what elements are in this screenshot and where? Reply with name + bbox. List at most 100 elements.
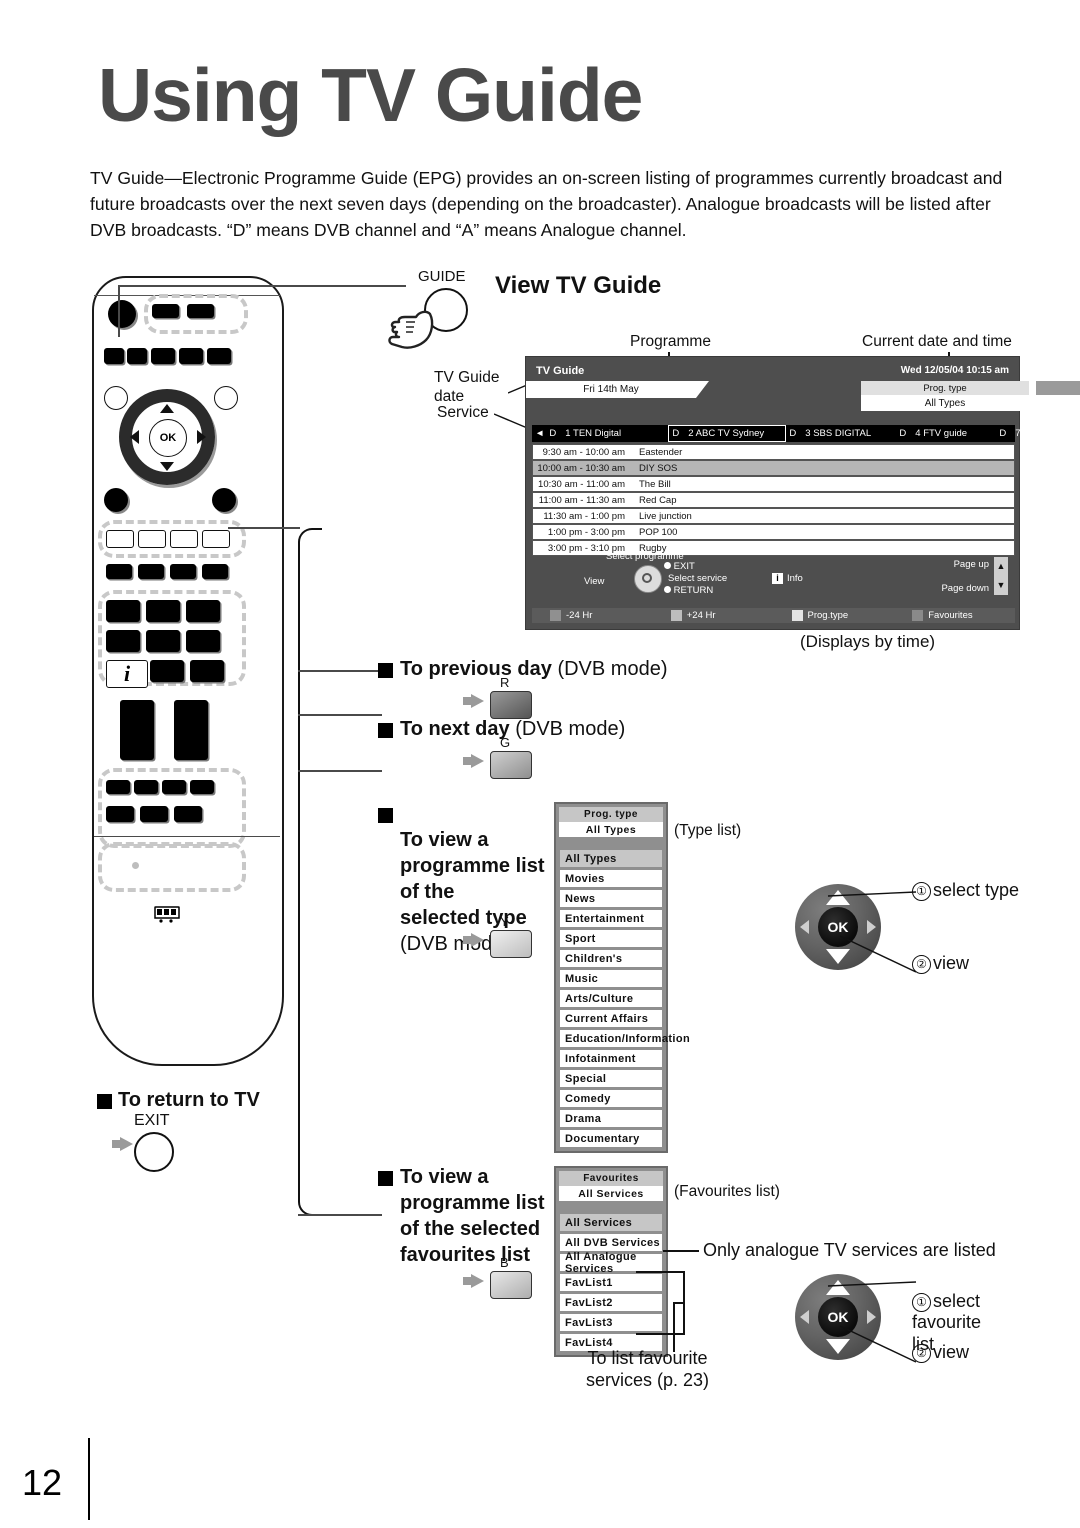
dropdown-option[interactable]: Children's [559,949,663,968]
dropdown-option[interactable]: Education/Information [559,1029,690,1048]
programme-time: 11:00 am - 11:30 am [538,494,625,506]
programme-row[interactable]: 11:00 am - 11:30 am Red Cap [532,492,1015,508]
arrow-tail [112,1140,120,1148]
exit-button[interactable] [134,1132,174,1172]
service-scroll-left[interactable]: ◄ [532,425,546,442]
remote-key [162,780,186,794]
colour-key-yellow[interactable] [490,930,532,958]
dropdown-option[interactable]: Comedy [559,1089,663,1108]
dropdown-option[interactable]: Arts/Culture [559,989,663,1008]
colour-key-item[interactable]: +24 Hr [653,610,774,621]
dropdown-option[interactable]: Special [559,1069,663,1088]
remote-key [152,304,179,318]
service-item[interactable]: D 7 7 Digital [996,425,1057,442]
favourites-dropdown[interactable]: Favourites All Services All Services All … [554,1166,668,1357]
service-bar[interactable]: ◄ D 1 TEN Digital D 2 ABC TV Sydney D 3 SBS DI… [532,425,1071,442]
dropdown-option[interactable]: FavList3 [559,1313,663,1332]
programme-time: 1:00 pm - 3:00 pm [547,526,625,538]
colour-key-item[interactable]: Prog.type [774,610,895,621]
programme-row[interactable]: 11:30 am - 1:00 pm Live junction [532,508,1015,524]
remote-key [140,806,168,822]
callout-service: Service [437,404,489,421]
callout-current-date-time: Current date and time [862,333,1012,350]
colour-key-item[interactable]: Favourites [894,610,1015,621]
dropdown-option[interactable]: Current Affairs [559,1009,663,1028]
colour-key-label: Prog.type [807,610,849,621]
intro-paragraph: TV Guide—Electronic Programme Guide (EPG… [90,168,1003,241]
remote-colour-key-green [138,530,166,548]
programme-time: 10:00 am - 10:30 am [537,462,625,474]
remote-key-round [214,386,238,410]
favourites-options[interactable]: All Services All DVB Services All Analogue… [559,1213,663,1352]
programme-row[interactable]: 1:00 pm - 3:00 pm POP 100 [532,524,1015,540]
dropdown-option[interactable]: News [559,889,663,908]
colour-chip [550,610,561,621]
remote-key [146,630,180,652]
dropdown-option[interactable]: FavList1 [559,1273,663,1292]
prog-type-box-value[interactable]: All Types [861,395,1029,411]
favourites-box-value[interactable]: All Services [1036,395,1080,411]
colour-key-red[interactable] [490,691,532,719]
dropdown-option[interactable]: Infotainment [559,1049,663,1068]
type-dpad-leader-lines [827,891,917,973]
colour-key-item[interactable]: -24 Hr [532,610,653,621]
prog-type-options[interactable]: All Types Movies News Entertainment Sport Chi… [559,849,690,1148]
service-item[interactable]: D 2 ABC TV Sydney [668,425,787,442]
dropdown-option[interactable]: Movies [559,869,663,888]
programme-row[interactable]: 10:30 am - 11:00 am The Bill [532,476,1015,492]
programme-row[interactable]: 10:00 am - 10:30 am DIY SOS [532,460,1015,476]
service-scroll-right[interactable]: ► [1058,425,1075,442]
favlist-leader-line [673,1302,675,1352]
colour-key-bar: -24 Hr +24 Hr Prog.type Favourites [532,608,1015,623]
service-name: 3 SBS DIGITAL [805,428,872,439]
dropdown-option[interactable]: FavList2 [559,1293,663,1312]
dropdown-option[interactable]: All Services [559,1213,663,1232]
dropdown-option[interactable]: Drama [559,1109,663,1128]
service-type: D [549,428,557,439]
page-number: 12 [22,1462,63,1503]
help-return: RETURN [664,585,713,596]
favourites-dropdown-header: Favourites [559,1171,663,1186]
bracket-branch [298,714,382,716]
remote-key [170,564,196,579]
remote-key [127,348,147,364]
type-dpad-step-1: ① select type [912,880,1019,901]
dropdown-option[interactable]: Music [559,969,663,988]
programme-title: POP 100 [639,526,678,538]
service-item[interactable]: D 4 FTV guide [896,425,996,442]
manual-page: Using TV Guide TV Guide—Electronic Progr… [0,0,1080,1528]
bullet-marker [378,1171,393,1186]
tv-guide-clock: Wed 12/05/04 10:15 am [900,365,1009,376]
dropdown-option[interactable]: All Analogue Services [559,1251,663,1275]
key-label-g: G [500,735,511,750]
colour-key-green[interactable] [490,751,532,779]
service-type: D [789,428,797,439]
dropdown-option[interactable]: All DVB Services [559,1233,663,1252]
colour-key-blue[interactable] [490,1271,532,1299]
remote-key [134,780,158,794]
type-dpad-step-2: ② view [912,953,969,974]
prog-type-dropdown[interactable]: Prog. type All Types All Types Movies News… [554,802,690,1153]
instruction-next-day: To next day (DVB mode) [400,718,626,740]
colour-chip [670,610,682,621]
dropdown-option[interactable]: Entertainment [559,909,663,928]
favourite-dpad-step-2: ② view [912,1342,969,1363]
service-item[interactable]: D 1 TEN Digital [546,425,668,442]
dpad-left-icon [800,1310,809,1324]
dropdown-option[interactable]: Documentary [559,1129,663,1148]
tv-guide-date-tab[interactable]: Fri 14th May [526,381,709,398]
remote-key [106,780,130,794]
dropdown-option[interactable]: Sport [559,929,663,948]
page-scroll-icon[interactable]: ▲ ▼ [994,557,1008,595]
prog-type-dropdown-header: Prog. type [559,807,663,822]
arrow-icon [120,1137,133,1151]
remote-info-button: i [106,660,148,688]
service-item[interactable]: D 3 SBS DIGITAL [786,425,896,442]
remote-key [150,660,184,682]
dropdown-option[interactable]: All Types [559,849,663,868]
arrow-tail [463,936,471,944]
tv-guide-screen-title: TV Guide [536,365,585,377]
remote-key [179,348,203,364]
programme-row[interactable]: 9:30 am - 10:00 am Eastender [532,444,1015,460]
callout-tv-guide-date: TV Guide date [434,369,500,406]
